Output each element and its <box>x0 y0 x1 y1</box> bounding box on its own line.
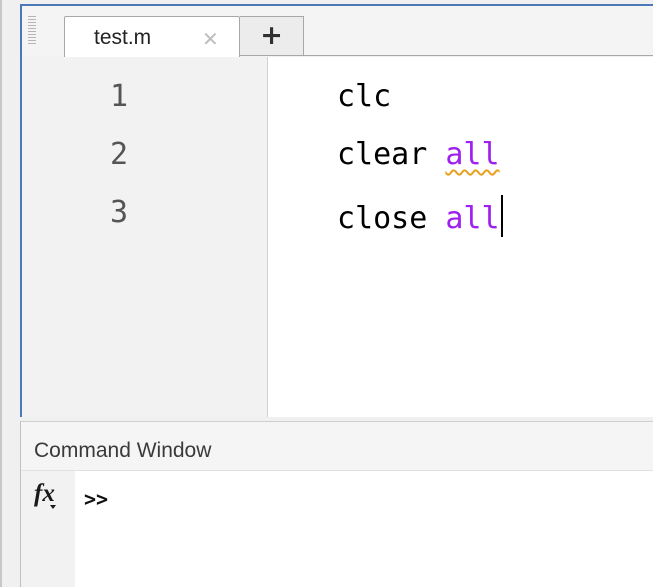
command-prompt[interactable]: >> <box>84 487 108 511</box>
string-keyword: all <box>445 201 500 236</box>
tabstrip-divider <box>304 55 653 56</box>
command-window-title: Command Window <box>34 439 212 462</box>
editor-tabstrip: test.m ✕ + <box>22 6 653 58</box>
code-editor[interactable]: clc clear all close all <box>268 57 653 417</box>
command-window-header[interactable]: Command Window <box>21 421 653 471</box>
text-caret <box>500 195 503 237</box>
code-text: clear <box>337 137 446 172</box>
window-border <box>0 0 2 587</box>
editor-panel: test.m ✕ + 1 2 3 clc clear all close all <box>20 4 653 417</box>
code-line[interactable]: clc <box>337 79 391 114</box>
line-number: 1 <box>110 79 129 114</box>
tab-label: test.m <box>94 26 152 49</box>
line-number: 2 <box>110 137 129 172</box>
command-window-panel: Command Window fx >> <box>20 421 653 587</box>
string-keyword-warning: all <box>445 137 500 172</box>
close-icon[interactable]: ✕ <box>202 27 219 51</box>
drag-grip-icon[interactable] <box>28 16 36 46</box>
fx-function-browser-icon[interactable]: fx <box>34 480 55 508</box>
tab-test-m[interactable]: test.m ✕ <box>64 16 240 58</box>
new-tab-button[interactable]: + <box>240 16 304 56</box>
fx-dropdown-arrow-icon <box>50 505 56 509</box>
code-line[interactable]: close all <box>337 195 503 237</box>
line-number-gutter: 1 2 3 <box>22 57 268 417</box>
matlab-window: test.m ✕ + 1 2 3 clc clear all close all… <box>0 0 653 587</box>
code-text: clc <box>337 79 392 114</box>
plus-icon: + <box>260 20 283 51</box>
line-number: 3 <box>110 195 129 230</box>
code-text: close <box>337 201 446 236</box>
code-line[interactable]: clear all <box>337 137 500 172</box>
